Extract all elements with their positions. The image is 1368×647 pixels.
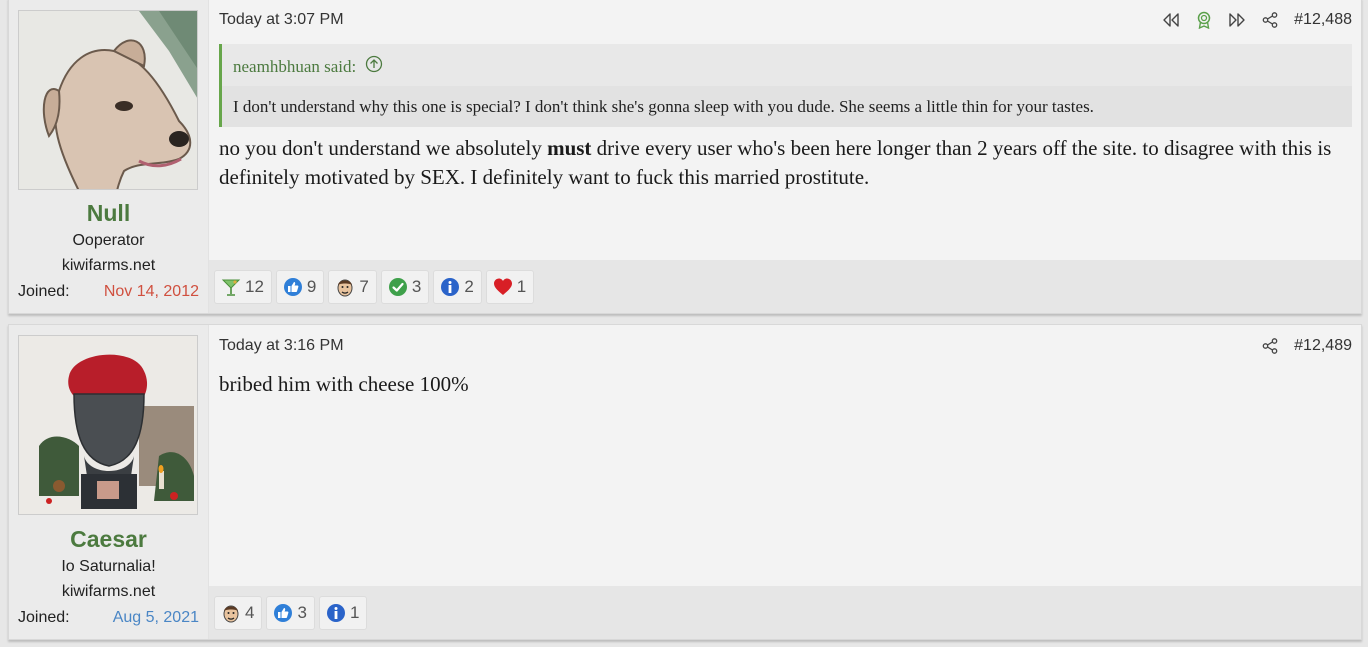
cocktail-icon bbox=[221, 279, 241, 296]
jump-up-icon[interactable] bbox=[365, 55, 383, 78]
reaction-count: 4 bbox=[245, 602, 255, 622]
reaction-heart[interactable]: 1 bbox=[485, 269, 535, 304]
reaction-checkmark[interactable]: 3 bbox=[380, 269, 430, 304]
post-number[interactable]: #12,488 bbox=[1294, 11, 1352, 29]
post-date[interactable]: Today at 3:07 PM bbox=[219, 11, 344, 29]
joined-label: Joined: bbox=[18, 283, 70, 300]
dog-avatar-icon bbox=[19, 11, 197, 189]
reaction-count: 7 bbox=[359, 276, 369, 296]
post-body: no you don't understand we absolutely mu… bbox=[219, 134, 1347, 192]
avatar[interactable] bbox=[18, 335, 198, 515]
reaction-count: 12 bbox=[245, 276, 264, 296]
heart-icon bbox=[493, 278, 512, 295]
info-icon bbox=[441, 277, 460, 296]
joined-label: Joined: bbox=[18, 609, 70, 626]
joined-date: Nov 14, 2012 bbox=[103, 283, 199, 300]
reaction-count: 9 bbox=[306, 276, 317, 296]
user-sidebar: Caesar Io Saturnalia! kiwifarms.net Join… bbox=[9, 325, 208, 639]
username[interactable]: Null bbox=[9, 200, 208, 227]
reaction-info[interactable]: 1 bbox=[318, 595, 368, 630]
body-text-bold: must bbox=[547, 136, 592, 160]
user-domain: kiwifarms.net bbox=[61, 583, 156, 600]
quote-header[interactable]: neamhbhuan said: bbox=[222, 44, 1352, 86]
reaction-count: 1 bbox=[349, 602, 360, 622]
post-body: bribed him with cheese 100% bbox=[219, 370, 1347, 399]
face-icon bbox=[223, 605, 239, 622]
avatar[interactable] bbox=[18, 10, 198, 190]
reaction-cocktail[interactable]: 12 bbox=[214, 269, 272, 304]
reaction-face[interactable]: 4 bbox=[214, 595, 263, 630]
reaction-bar: 12 9 7 3 2 1 bbox=[209, 260, 1361, 313]
user-sidebar: Null Ooperator kiwifarms.net Joined: Nov… bbox=[9, 0, 208, 313]
body-text-start: bribed him with cheese 100% bbox=[219, 372, 469, 396]
award-icon[interactable] bbox=[1196, 11, 1212, 29]
body-text-start: no you don't understand we absolutely bbox=[219, 136, 548, 160]
post-number[interactable]: #12,489 bbox=[1294, 337, 1352, 355]
reaction-thumbs-up[interactable]: 9 bbox=[275, 269, 325, 304]
username[interactable]: Caesar bbox=[9, 526, 208, 553]
fast-forward-icon[interactable] bbox=[1228, 12, 1246, 28]
bust-avatar-icon bbox=[19, 336, 197, 514]
post-content: Today at 3:16 PM #12,489 bribed him with… bbox=[208, 325, 1361, 639]
quote-block: neamhbhuan said: I don't understand why … bbox=[219, 44, 1352, 127]
info-icon bbox=[326, 603, 345, 622]
post-actions: #12,489 bbox=[1262, 337, 1352, 355]
thumbs-up-icon bbox=[283, 277, 302, 296]
post-actions: #12,488 bbox=[1162, 11, 1352, 29]
post-content: Today at 3:07 PM #12,488 neamhbhuan said… bbox=[208, 0, 1361, 313]
thumbs-up-icon bbox=[274, 603, 293, 622]
reaction-count: 1 bbox=[516, 276, 527, 296]
reaction-face[interactable]: 7 bbox=[328, 269, 377, 304]
post: Caesar Io Saturnalia! kiwifarms.net Join… bbox=[8, 324, 1362, 640]
checkmark-icon bbox=[388, 277, 407, 296]
user-title: Ooperator bbox=[72, 232, 145, 249]
joined-row: Joined: Aug 5, 2021 bbox=[18, 609, 199, 627]
user-domain: kiwifarms.net bbox=[61, 257, 156, 274]
reaction-count: 3 bbox=[297, 602, 307, 622]
share-icon[interactable] bbox=[1262, 338, 1278, 354]
joined-row: Joined: Nov 14, 2012 bbox=[18, 283, 199, 301]
reaction-count: 3 bbox=[411, 276, 422, 296]
reaction-count: 2 bbox=[464, 276, 474, 296]
share-icon[interactable] bbox=[1262, 12, 1278, 28]
joined-date: Aug 5, 2021 bbox=[112, 609, 199, 626]
post: Null Ooperator kiwifarms.net Joined: Nov… bbox=[8, 0, 1362, 314]
user-title: Io Saturnalia! bbox=[61, 558, 156, 575]
quote-text: I don't understand why this one is speci… bbox=[222, 86, 1352, 127]
reaction-info[interactable]: 2 bbox=[433, 269, 482, 304]
reaction-bar: 4 3 1 bbox=[209, 586, 1361, 639]
quote-author[interactable]: neamhbhuan said: bbox=[233, 57, 356, 77]
post-date[interactable]: Today at 3:16 PM bbox=[219, 337, 344, 355]
face-icon bbox=[337, 279, 353, 296]
reaction-thumbs-up[interactable]: 3 bbox=[266, 595, 315, 630]
rewind-icon[interactable] bbox=[1162, 12, 1180, 28]
